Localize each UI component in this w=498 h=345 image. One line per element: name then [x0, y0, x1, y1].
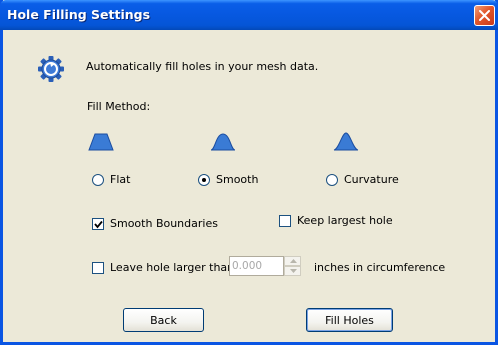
- gear-icon: [38, 56, 64, 82]
- smooth-boundaries-label: Smooth Boundaries: [110, 217, 218, 230]
- leave-hole-label: Leave hole larger than: [110, 261, 235, 274]
- back-button[interactable]: Back: [123, 308, 204, 332]
- fill-method-smooth-option[interactable]: Smooth: [198, 173, 258, 186]
- fill-method-label: Fill Method:: [87, 100, 151, 113]
- leave-hole-checkbox[interactable]: [92, 261, 104, 274]
- flat-profile-icon: [88, 133, 114, 151]
- intro-text: Automatically fill holes in your mesh da…: [86, 60, 319, 73]
- title-bar[interactable]: Hole Filling Settings: [0, 0, 498, 30]
- smooth-radio[interactable]: [198, 173, 210, 186]
- flat-label: Flat: [110, 173, 131, 186]
- close-button[interactable]: [474, 5, 495, 26]
- spin-down-button[interactable]: [284, 266, 301, 276]
- window-title: Hole Filling Settings: [7, 7, 151, 22]
- chevron-down-icon: [290, 269, 297, 273]
- smooth-boundaries-checkbox[interactable]: [92, 217, 104, 230]
- hole-size-input[interactable]: [230, 257, 284, 275]
- leave-hole-option[interactable]: Leave hole larger than: [92, 261, 234, 274]
- curvature-radio[interactable]: [326, 173, 338, 186]
- smooth-label: Smooth: [216, 173, 259, 186]
- hole-size-spinner[interactable]: [284, 256, 301, 276]
- spin-up-button[interactable]: [284, 256, 301, 266]
- fill-method-flat-option[interactable]: Flat: [92, 173, 130, 186]
- hole-size-input-box[interactable]: [229, 256, 284, 276]
- curvature-label: Curvature: [344, 173, 399, 186]
- close-icon: [479, 10, 490, 21]
- keep-largest-hole-option[interactable]: Keep largest hole: [279, 214, 393, 227]
- fill-method-curvature-option[interactable]: Curvature: [326, 173, 399, 186]
- smooth-boundaries-option[interactable]: Smooth Boundaries: [92, 217, 218, 230]
- smooth-profile-icon: [210, 133, 236, 151]
- keep-largest-hole-label: Keep largest hole: [297, 214, 393, 227]
- keep-largest-hole-checkbox[interactable]: [279, 214, 291, 227]
- checkmark-icon: [94, 220, 103, 228]
- chevron-up-icon: [290, 259, 297, 263]
- curvature-profile-icon: [333, 132, 359, 151]
- fill-holes-button[interactable]: Fill Holes: [306, 308, 393, 332]
- circumference-suffix: inches in circumference: [314, 261, 446, 274]
- flat-radio[interactable]: [92, 173, 104, 186]
